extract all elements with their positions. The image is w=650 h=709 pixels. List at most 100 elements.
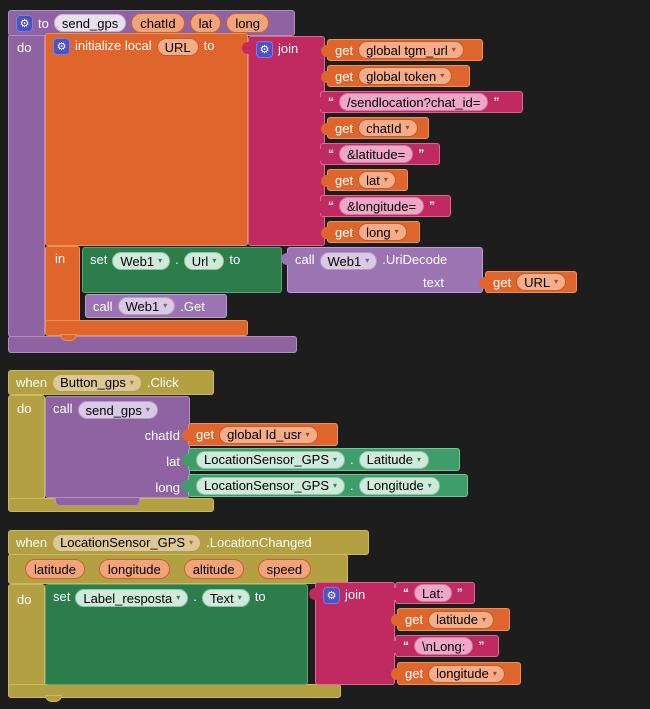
- component-dropdown[interactable]: Web1▾: [112, 252, 170, 270]
- set-keyword: set: [53, 589, 70, 604]
- mutator-gear-icon[interactable]: ⚙: [256, 41, 273, 58]
- method-name: .UriDecode: [382, 252, 447, 267]
- param-badge[interactable]: altitude: [184, 559, 244, 579]
- get-keyword: get: [335, 225, 353, 240]
- param-badge[interactable]: latitude: [25, 559, 85, 579]
- dropdown-icon: ▾: [130, 379, 134, 387]
- string-value-field[interactable]: /sendlocation?chat_id=: [339, 93, 488, 111]
- get-variable-block[interactable]: get global Id_usr▾: [188, 423, 338, 446]
- call-send-gps-block[interactable]: call send_gps▾ chatId lat long: [45, 396, 190, 498]
- arg-label: chatId: [145, 428, 180, 443]
- param-badge[interactable]: longitude: [99, 559, 170, 579]
- close-quote: ”: [493, 95, 499, 109]
- dropdown-icon: ▾: [482, 616, 486, 624]
- component-dropdown[interactable]: LocationSensor_GPS▾: [52, 534, 201, 552]
- when-keyword: when: [16, 375, 47, 390]
- variable-name: latitude: [436, 612, 478, 627]
- string-value-field[interactable]: &longitude=: [339, 197, 424, 215]
- text-string-block[interactable]: “ &longitude= ”: [320, 195, 451, 217]
- get-variable-block[interactable]: get latitude ▾: [397, 608, 510, 631]
- mutator-gear-icon[interactable]: ⚙: [53, 38, 70, 55]
- get-keyword: get: [335, 69, 353, 84]
- component-dropdown[interactable]: Label_resposta▾: [75, 589, 188, 607]
- event-param-row: latitude longitude altitude speed: [8, 554, 348, 584]
- local-var-name-field[interactable]: URL: [157, 38, 199, 56]
- property-dropdown[interactable]: Longitude▾: [359, 477, 440, 495]
- component-dropdown[interactable]: Web1▾: [118, 297, 176, 315]
- dot-separator: .: [175, 252, 179, 267]
- do-label: do: [17, 40, 31, 55]
- string-value-field[interactable]: &latitude=: [339, 145, 413, 163]
- call-web-get-block[interactable]: call Web1▾ .Get: [85, 294, 227, 318]
- variable-name: global token: [366, 69, 436, 84]
- text-string-block[interactable]: “ /sendlocation?chat_id= ”: [320, 91, 523, 113]
- get-variable-block[interactable]: get chatId▾: [327, 117, 429, 139]
- param-badge[interactable]: lat: [190, 13, 222, 33]
- variable-dropdown[interactable]: chatId▾: [358, 119, 417, 137]
- component-name: Web1: [328, 254, 362, 269]
- dropdown-icon: ▾: [440, 72, 444, 80]
- string-value-field[interactable]: \nLong:: [414, 637, 473, 655]
- variable-name: long: [366, 225, 391, 240]
- dropdown-icon: ▾: [238, 594, 242, 602]
- param-badge[interactable]: long: [226, 13, 269, 33]
- variable-dropdown[interactable]: global token ▾: [358, 67, 452, 85]
- get-variable-block[interactable]: get global tgm_url▾: [327, 39, 483, 61]
- get-variable-block[interactable]: get global token ▾: [327, 65, 470, 87]
- variable-dropdown[interactable]: lat▾: [358, 171, 396, 189]
- property-dropdown[interactable]: Latitude▾: [359, 451, 429, 469]
- component-dropdown[interactable]: LocationSensor_GPS▾: [196, 451, 345, 469]
- call-keyword: call: [53, 401, 73, 416]
- get-variable-block[interactable]: get lat▾: [327, 169, 408, 191]
- variable-dropdown[interactable]: URL▾: [516, 273, 566, 291]
- component-property-getter-block[interactable]: LocationSensor_GPS▾ . Longitude▾: [188, 474, 468, 497]
- procedure-name: send_gps: [86, 403, 142, 418]
- get-variable-block[interactable]: get long▾: [327, 221, 420, 243]
- close-quote: ”: [457, 586, 463, 600]
- dropdown-icon: ▾: [306, 431, 310, 439]
- set-web-url-block[interactable]: set Web1▾ . Url▾ to: [82, 247, 282, 293]
- when-button-click-block[interactable]: when Button_gps▾ .Click: [8, 370, 214, 395]
- property-name: Latitude: [367, 452, 413, 467]
- text-string-block[interactable]: “ \nLong: ”: [395, 635, 499, 657]
- dropdown-icon: ▾: [428, 482, 432, 490]
- mutator-gear-icon[interactable]: ⚙: [16, 15, 33, 32]
- when-location-changed-block[interactable]: when LocationSensor_GPS▾ .LocationChange…: [8, 530, 369, 555]
- dropdown-icon: ▾: [158, 257, 162, 265]
- string-value-field[interactable]: Lat:: [414, 584, 452, 602]
- component-dropdown[interactable]: Button_gps▾: [52, 374, 142, 392]
- property-dropdown[interactable]: Url▾: [184, 252, 225, 270]
- component-dropdown[interactable]: LocationSensor_GPS▾: [196, 477, 345, 495]
- property-name: Text: [210, 591, 234, 606]
- blocks-canvas[interactable]: ⚙ to send_gps chatId lat long do ⚙ initi…: [0, 0, 650, 709]
- open-quote: “: [328, 199, 334, 213]
- variable-dropdown[interactable]: global Id_usr▾: [219, 426, 317, 444]
- procedure-dropdown[interactable]: send_gps▾: [78, 401, 158, 419]
- get-keyword: get: [335, 43, 353, 58]
- component-dropdown[interactable]: Web1▾: [320, 252, 378, 270]
- set-label-text-block[interactable]: set Label_resposta▾ . Text▾ to: [45, 584, 308, 685]
- set-keyword: set: [90, 252, 107, 267]
- param-badge[interactable]: speed: [258, 559, 311, 579]
- dropdown-icon: ▾: [212, 257, 216, 265]
- procedure-name-field[interactable]: send_gps: [54, 14, 126, 32]
- call-uridecode-block[interactable]: call Web1▾ .UriDecode text: [287, 247, 483, 293]
- param-badge[interactable]: chatId: [131, 13, 184, 33]
- text-string-block[interactable]: “ Lat: ”: [395, 582, 475, 604]
- variable-dropdown[interactable]: long▾: [358, 223, 407, 241]
- text-string-block[interactable]: “ &latitude= ”: [320, 143, 440, 165]
- get-variable-block[interactable]: get longitude▾: [397, 662, 521, 685]
- variable-dropdown[interactable]: latitude ▾: [428, 611, 494, 629]
- property-dropdown[interactable]: Text ▾: [202, 589, 250, 607]
- join-block[interactable]: ⚙ join: [248, 36, 325, 246]
- variable-dropdown[interactable]: longitude▾: [428, 665, 505, 683]
- initialize-local-block[interactable]: ⚙ initialize local URL to: [45, 33, 248, 246]
- get-variable-block[interactable]: get URL▾: [485, 271, 577, 293]
- join-block[interactable]: ⚙ join: [315, 582, 395, 685]
- variable-dropdown[interactable]: global tgm_url▾: [358, 41, 464, 59]
- dropdown-icon: ▾: [493, 670, 497, 678]
- get-keyword: get: [196, 427, 214, 442]
- get-keyword: get: [405, 612, 423, 627]
- component-property-getter-block[interactable]: LocationSensor_GPS▾ . Latitude▾: [188, 448, 460, 471]
- mutator-gear-icon[interactable]: ⚙: [323, 587, 340, 604]
